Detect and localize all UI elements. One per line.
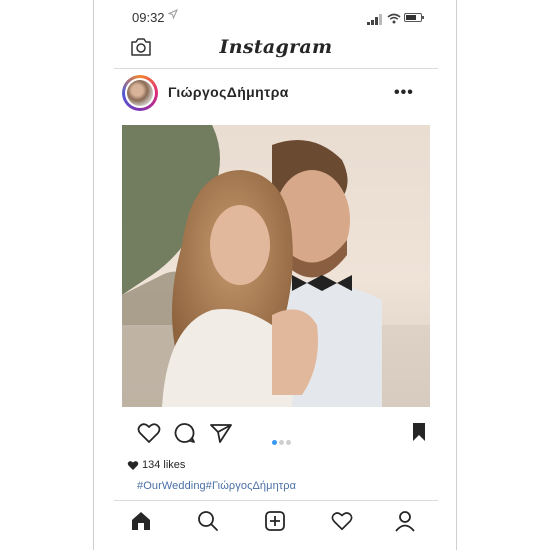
heart-icon[interactable] [137, 422, 161, 449]
post-caption[interactable]: #OurWedding#ΓιώργοςΔήμητρα [137, 480, 296, 492]
activity-heart-icon[interactable] [331, 510, 353, 537]
carousel-dot [279, 440, 284, 445]
likes-heart-icon [127, 458, 139, 476]
carousel-dot [272, 440, 277, 445]
home-icon[interactable] [130, 510, 152, 537]
new-post-icon[interactable] [264, 510, 286, 537]
battery-icon [404, 13, 424, 22]
send-icon[interactable] [209, 422, 233, 449]
search-icon[interactable] [197, 510, 219, 537]
instagram-logo: Instagram [219, 36, 333, 58]
avatar[interactable] [122, 75, 158, 111]
post-photo[interactable] [122, 125, 430, 407]
battery-level [406, 15, 416, 20]
profile-icon[interactable] [394, 510, 416, 537]
carousel-dot [286, 440, 291, 445]
post-actions [94, 420, 458, 450]
bottom-nav [94, 508, 458, 538]
bookmark-icon[interactable] [411, 422, 427, 447]
comment-icon[interactable] [174, 422, 196, 449]
signal-bars-icon [367, 12, 383, 30]
phone-screen: 09:32 Instagram ΓιώργοςΔήμητρα ••• 134 l… [93, 0, 457, 550]
post-username[interactable]: ΓιώργοςΔήμητρα [168, 84, 289, 100]
more-options-icon[interactable]: ••• [394, 84, 414, 102]
divider [114, 500, 438, 501]
post-header: ΓιώργοςΔήμητρα ••• [94, 72, 458, 116]
carousel-indicator [272, 432, 293, 450]
location-arrow-icon [167, 9, 178, 22]
likes-count[interactable]: 134 likes [142, 459, 185, 471]
divider [114, 68, 438, 69]
status-time: 09:32 [132, 10, 165, 25]
top-bar: Instagram [94, 30, 458, 68]
wifi-icon [387, 11, 401, 29]
